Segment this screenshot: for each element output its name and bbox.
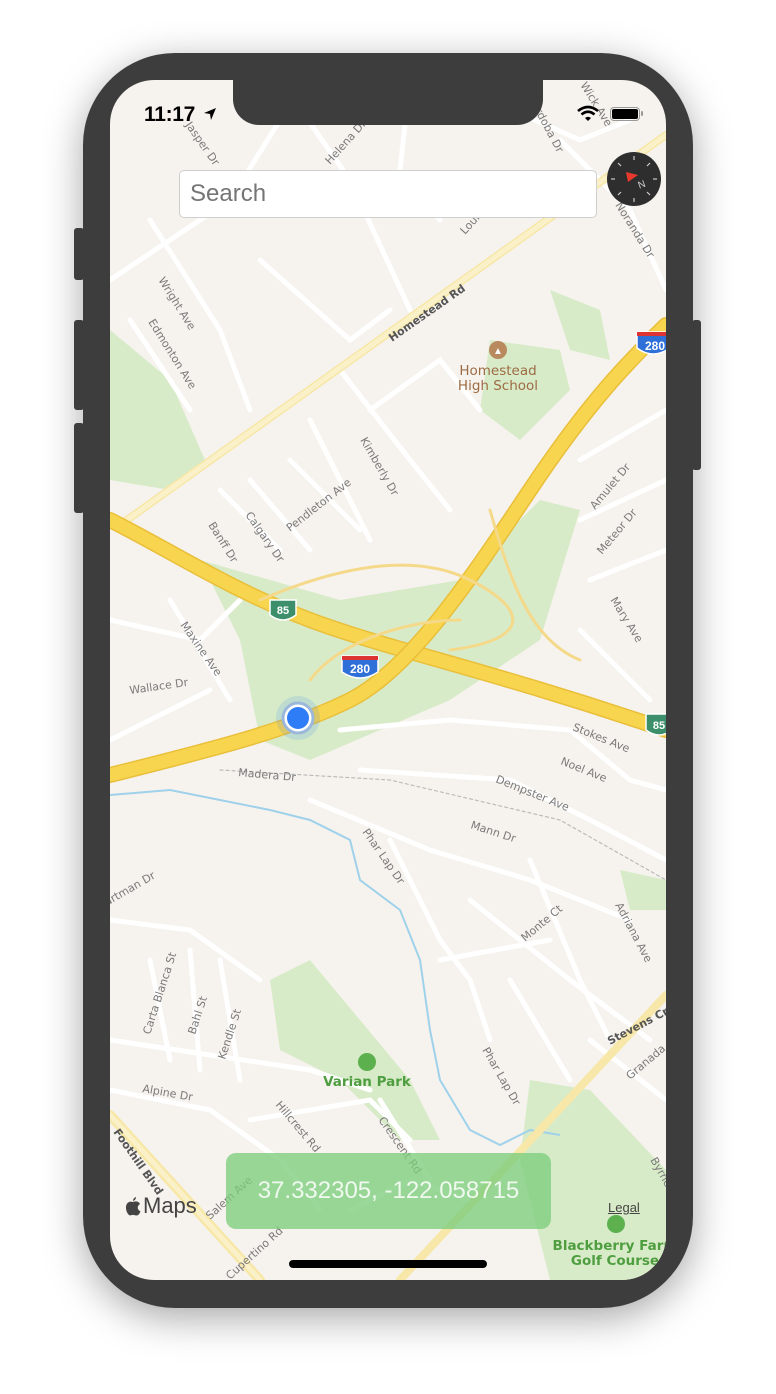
home-indicator[interactable] — [289, 1260, 487, 1268]
svg-text:Madera Dr: Madera Dr — [238, 766, 297, 784]
svg-text:Carta Blanca St: Carta Blanca St — [140, 950, 179, 1036]
search-input[interactable] — [179, 170, 597, 218]
svg-text:Blackberry Farm: Blackberry Farm — [553, 1238, 666, 1254]
volume-up-button — [74, 320, 84, 410]
svg-text:Hartman Dr: Hartman Dr — [110, 869, 158, 913]
route-85-shield: 85 — [269, 599, 297, 621]
svg-text:▲: ▲ — [493, 346, 503, 357]
route-85-shield: 85 — [645, 713, 666, 736]
screen: 85 280 280 85 Homestead Rd Wright Ave Ed… — [110, 80, 666, 1280]
svg-text:Pendleton Ave: Pendleton Ave — [284, 476, 354, 535]
notch — [233, 80, 543, 125]
svg-text:Golf Course: Golf Course — [571, 1253, 659, 1269]
map-view[interactable]: 85 280 280 85 Homestead Rd Wright Ave Ed… — [110, 80, 666, 1280]
mute-switch — [74, 228, 84, 280]
svg-text:Dempster Ave: Dempster Ave — [494, 773, 571, 814]
svg-text:Varian Park: Varian Park — [323, 1074, 412, 1090]
svg-text:85: 85 — [277, 605, 289, 617]
apple-maps-logo: Maps — [125, 1193, 197, 1219]
wifi-icon — [577, 105, 599, 121]
battery-icon — [610, 107, 643, 121]
svg-text:Homestead Rd: Homestead Rd — [386, 282, 468, 345]
side-button — [692, 320, 701, 470]
apple-icon — [125, 1196, 141, 1215]
svg-text:High School: High School — [458, 378, 538, 394]
svg-text:Wallace Dr: Wallace Dr — [129, 676, 190, 697]
svg-text:Meteor Dr: Meteor Dr — [594, 506, 640, 557]
maps-logo-text: Maps — [143, 1193, 197, 1218]
svg-text:Banff Dr: Banff Dr — [205, 520, 240, 566]
svg-text:Homestead: Homestead — [459, 363, 536, 379]
location-arrow-icon — [204, 108, 216, 120]
svg-text:Mann Dr: Mann Dr — [469, 818, 518, 845]
svg-text:Kendle St: Kendle St — [215, 1007, 244, 1061]
compass-icon[interactable]: N — [606, 151, 662, 207]
legal-link[interactable]: Legal — [608, 1200, 640, 1215]
user-location-dot[interactable] — [276, 696, 320, 740]
svg-text:Mary Ave: Mary Ave — [607, 595, 645, 645]
volume-down-button — [74, 423, 84, 513]
interstate-280-shield: 280 — [636, 331, 666, 355]
status-time: 11:17 — [144, 103, 196, 126]
svg-text:Phar Lap Dr: Phar Lap Dr — [479, 1045, 523, 1108]
svg-text:Maxine Ave: Maxine Ave — [178, 619, 225, 678]
svg-text:Noranda Dr: Noranda Dr — [612, 200, 657, 261]
svg-text:280: 280 — [350, 662, 370, 676]
coordinates-label: 37.332305, -122.058715 — [226, 1153, 551, 1229]
interstate-280-shield: 280 — [341, 655, 379, 679]
svg-text:Bahl St: Bahl St — [185, 994, 210, 1036]
svg-text:280: 280 — [645, 339, 665, 353]
svg-text:85: 85 — [653, 720, 665, 732]
